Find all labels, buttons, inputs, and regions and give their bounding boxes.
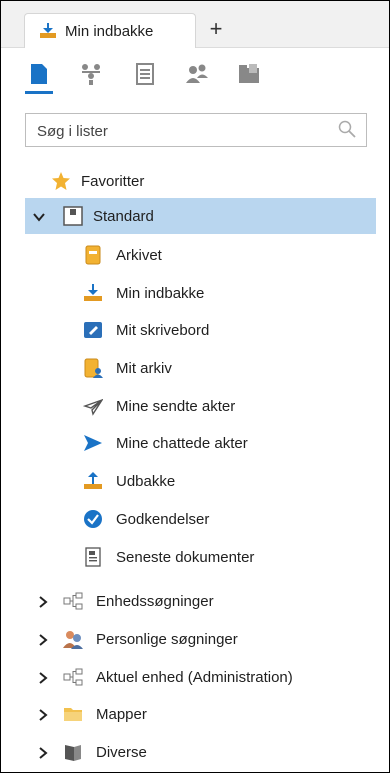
- tree-item-label: Diverse: [96, 743, 147, 761]
- tree-item-label: Mapper: [96, 705, 147, 723]
- personal-searches-icon: [63, 629, 83, 649]
- tree-item-arkivet[interactable]: Arkivet: [1, 237, 389, 273]
- personal-archive-icon: [83, 358, 103, 378]
- tree-item-personlige-sogninger[interactable]: Personlige søgninger: [1, 621, 389, 657]
- misc-book-icon: [63, 742, 83, 762]
- active-view-indicator: [25, 91, 53, 94]
- add-tab-button[interactable]: +: [203, 14, 229, 44]
- inbox-tray-icon: [39, 22, 57, 40]
- chevron-right-icon[interactable]: [37, 708, 49, 721]
- document-icon[interactable]: [27, 61, 51, 87]
- tree-item-label: Mit arkiv: [116, 359, 172, 377]
- tree-item-mine-chattede-akter[interactable]: Mine chattede akter: [1, 425, 389, 461]
- tree-item-label: Standard: [93, 207, 154, 225]
- standard-list-icon: [63, 206, 83, 226]
- sent-plane-icon: [82, 396, 104, 416]
- check-circle-icon: [83, 509, 103, 529]
- tree-item-label: Favoritter: [81, 172, 145, 190]
- tree-item-diverse[interactable]: Diverse: [1, 734, 389, 770]
- tree-item-label: Enhedssøgninger: [96, 592, 214, 610]
- outbox-tray-icon: [83, 471, 103, 491]
- org-chart-icon[interactable]: [79, 61, 103, 87]
- chevron-right-icon[interactable]: [37, 746, 49, 759]
- tree-item-udbakke[interactable]: Udbakke: [1, 463, 389, 499]
- search-field[interactable]: [25, 113, 367, 147]
- tree-item-aktuel-enhed[interactable]: Aktuel enhed (Administration): [1, 659, 389, 695]
- search-input[interactable]: [35, 119, 334, 143]
- chevron-right-icon[interactable]: [37, 595, 49, 608]
- tab-bar: Min indbakke +: [1, 1, 389, 48]
- desk-icon: [83, 320, 103, 340]
- chevron-right-icon[interactable]: [37, 633, 49, 646]
- tab-min-indbakke[interactable]: Min indbakke: [24, 13, 196, 48]
- tree-item-label: Min indbakke: [116, 284, 205, 302]
- tree-item-label: Mine sendte akter: [116, 397, 236, 415]
- tree-item-mine-sendte-akter[interactable]: Mine sendte akter: [1, 388, 389, 424]
- archive-icon: [83, 245, 103, 265]
- tree-item-mit-arkiv[interactable]: Mit arkiv: [1, 350, 389, 386]
- inbox-tray-icon: [83, 283, 103, 303]
- tree-item-label: Mine chattede akter: [116, 434, 248, 452]
- tree-item-standard[interactable]: Standard: [25, 198, 376, 234]
- tree-item-seneste-dokumenter[interactable]: Seneste dokumenter: [1, 539, 389, 575]
- chevron-down-icon[interactable]: [33, 210, 45, 222]
- star-icon: [51, 171, 71, 191]
- tree-item-mapper[interactable]: Mapper: [1, 696, 389, 732]
- list-icon[interactable]: [133, 61, 157, 87]
- recent-document-icon: [83, 547, 103, 567]
- lists-panel: Min indbakke + Favoritter: [0, 0, 390, 773]
- tree-item-label: Udbakke: [116, 472, 176, 490]
- tree-item-label: Arkivet: [116, 246, 162, 264]
- search-icon[interactable]: [338, 120, 356, 143]
- view-toolbar: [25, 61, 365, 97]
- tree-item-enhedssogninger[interactable]: Enhedssøgninger: [1, 583, 389, 619]
- folder-icon: [63, 704, 83, 724]
- unit-hierarchy-icon: [63, 667, 83, 687]
- tree-item-label: Aktuel enhed (Administration): [96, 668, 293, 686]
- people-icon[interactable]: [185, 61, 209, 87]
- tree-item-label: Godkendelser: [116, 510, 210, 528]
- unit-hierarchy-icon: [63, 591, 83, 611]
- tree-item-label: Mit skrivebord: [116, 321, 210, 339]
- chevron-right-icon[interactable]: [37, 671, 49, 684]
- folder-document-icon[interactable]: [237, 61, 261, 87]
- tree-item-min-indbakke[interactable]: Min indbakke: [1, 275, 389, 311]
- tab-label: Min indbakke: [65, 22, 154, 40]
- tree-item-godkendelser[interactable]: Godkendelser: [1, 501, 389, 537]
- tree-item-favoritter[interactable]: Favoritter: [1, 163, 389, 199]
- chat-send-icon: [83, 433, 103, 453]
- tree-item-label: Seneste dokumenter: [116, 548, 255, 566]
- tree-item-mit-skrivebord[interactable]: Mit skrivebord: [1, 312, 389, 348]
- tree-item-label: Personlige søgninger: [96, 630, 238, 648]
